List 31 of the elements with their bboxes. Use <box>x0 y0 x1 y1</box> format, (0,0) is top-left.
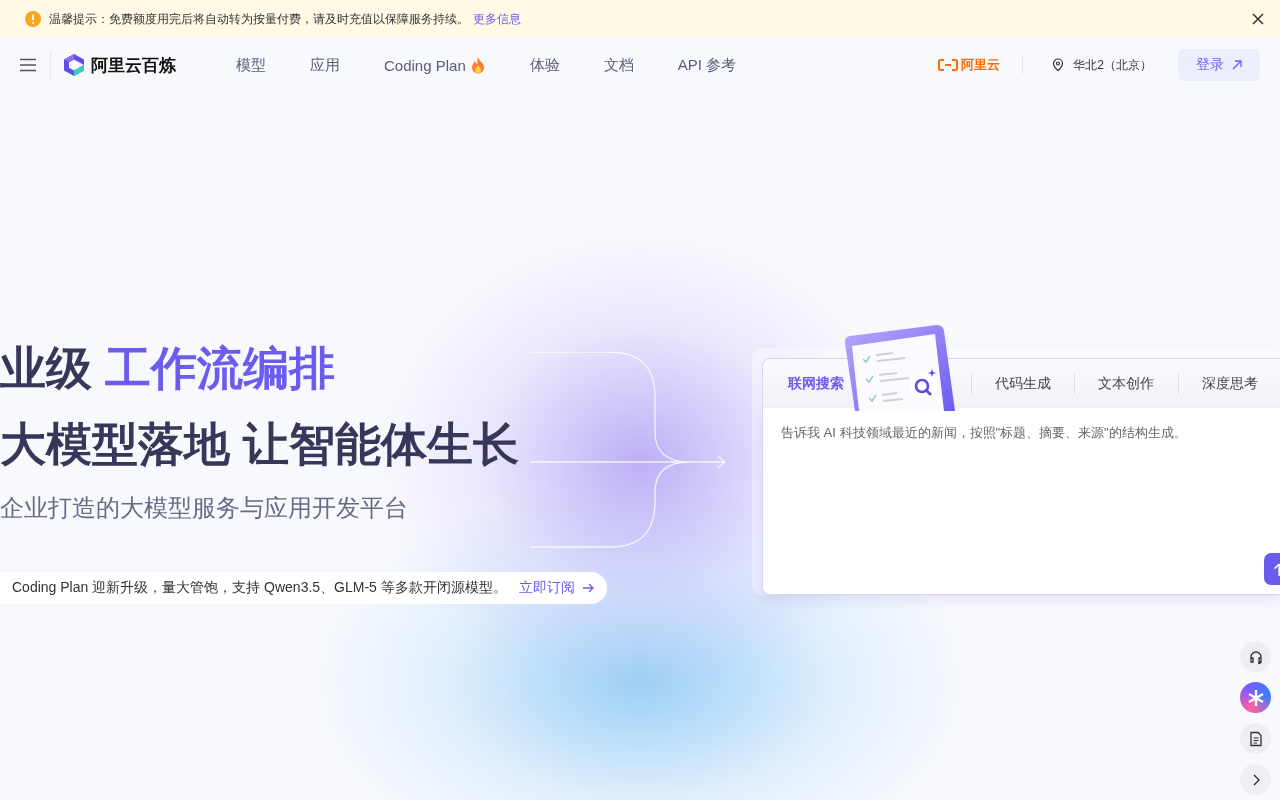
subscribe-link[interactable]: 立即订阅 <box>518 579 595 597</box>
more-info-link[interactable]: 更多信息 <box>473 10 521 28</box>
hero-subtitle: 企业打造的大模型服务与应用开发平台 <box>0 493 409 523</box>
nav-link[interactable]: Coding Plan <box>362 55 508 75</box>
region-selector[interactable]: 华北2（北京） <box>1051 56 1152 74</box>
nav-link[interactable]: 体验 <box>507 55 582 75</box>
flame-icon <box>469 56 486 74</box>
mode-tab[interactable]: 联网搜索 <box>763 358 844 409</box>
brand-logo[interactable]: 阿里云百炼 <box>63 53 176 77</box>
arrow-right-icon <box>580 581 595 595</box>
nav-link[interactable]: 文档 <box>581 55 656 75</box>
prompt-input-field[interactable]: 告诉我 AI 科技领域最近的新闻，按照"标题、摘要、来源"的结构生成。 <box>762 408 1280 595</box>
nav-link[interactable]: API 参考 <box>655 55 759 75</box>
mode-tab[interactable]: 深度思考 <box>1178 358 1280 409</box>
support-icon <box>1247 648 1264 665</box>
close-button[interactable] <box>1250 11 1266 27</box>
promo-text: Coding Plan 迎新升级，量大管饱，支持 Qwen3.5、GLM-5 等多款开闭源模型。 <box>12 579 507 597</box>
nav-link[interactable]: 应用 <box>288 55 362 75</box>
hero-title: 大模型落地 让智能体生长 <box>0 417 520 472</box>
nav-link[interactable]: 模型 <box>214 55 288 75</box>
mode-tab[interactable]: 文本创作 <box>1074 358 1179 409</box>
location-pin-icon <box>1051 58 1066 72</box>
notice-text: 温馨提示：免费额度用完后将自动转为按量付费，请及时充值以保障服务持续。 <box>49 10 469 28</box>
arrow-up-right-icon <box>1230 58 1244 72</box>
mode-tab[interactable]: 代码生成 <box>970 358 1075 409</box>
send-button[interactable] <box>1264 553 1280 585</box>
document-icon <box>1247 730 1264 747</box>
warning-icon <box>25 11 41 27</box>
arrow-up-icon <box>1274 562 1280 576</box>
login-button[interactable]: 登录 <box>1178 49 1260 81</box>
hero-title: 业级 工作流编排 <box>0 341 336 396</box>
